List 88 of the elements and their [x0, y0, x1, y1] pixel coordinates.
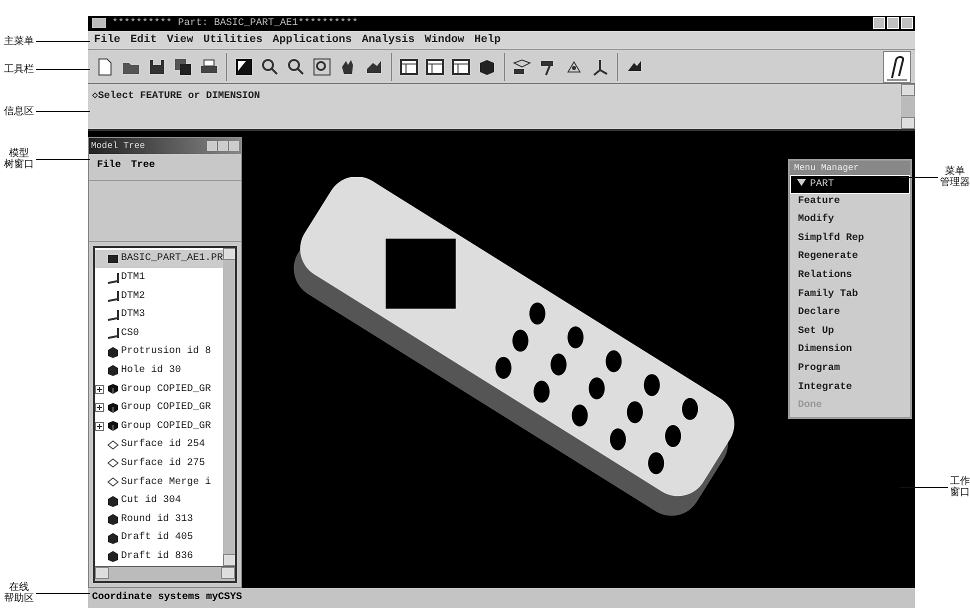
callout-label: 工具栏 [4, 64, 34, 75]
magnifier-icon[interactable] [260, 56, 280, 77]
plus-box-icon[interactable] [95, 403, 104, 412]
menu-item[interactable]: File [94, 34, 120, 46]
floppy-disks-icon[interactable] [173, 56, 193, 77]
surface-icon [107, 457, 119, 470]
model-node[interactable]: Hole id 30 [121, 364, 182, 376]
menu-item[interactable]: Family Tab [790, 286, 910, 306]
menu-item[interactable]: Declare [790, 305, 910, 324]
menu-item[interactable]: Dimension [790, 342, 910, 361]
triangle-down-icon[interactable] [797, 178, 806, 186]
menu-item[interactable]: File [97, 160, 122, 174]
model-node[interactable]: Surface Merge i [121, 476, 212, 488]
callout-label: 工作 窗口 [950, 476, 970, 498]
shaded-square-icon[interactable] [234, 56, 254, 77]
status-text: Coordinate systems myCSYS [88, 588, 915, 608]
scrollbar[interactable] [223, 248, 235, 566]
solid-feature-icon [107, 364, 119, 376]
datum-plane-icon [107, 327, 119, 340]
menu-item[interactable]: View [166, 34, 194, 46]
magnifier-icon[interactable] [286, 56, 306, 77]
datum-plane-icon [107, 272, 119, 284]
menu-item[interactable]: Utilities [203, 34, 263, 46]
callout-label: 主菜单 [4, 36, 34, 47]
group-icon [107, 420, 119, 432]
model-node[interactable]: CS0 [121, 328, 140, 339]
menu-manager-title: Menu Manager [790, 160, 910, 175]
scrollbar[interactable] [901, 84, 915, 129]
model-node[interactable]: Group COPIED_GR [121, 384, 212, 395]
model-tree-title: Model Tree [91, 140, 146, 151]
menu-item[interactable]: Feature [790, 194, 910, 212]
menu-item[interactable]: Modify [790, 212, 910, 231]
group-icon [107, 383, 119, 396]
model-node[interactable]: Surface id 275 [121, 458, 206, 469]
callout-label: 信息区 [4, 106, 34, 117]
menu-item[interactable]: Relations [790, 268, 910, 287]
datum-plane-icon[interactable] [512, 56, 532, 77]
menu-item[interactable]: Integrate [790, 380, 910, 398]
plus-box-icon[interactable] [95, 422, 104, 431]
solid-feature-icon [107, 346, 119, 358]
model-node[interactable]: DTM3 [121, 309, 146, 320]
menu-item[interactable]: Tree [131, 160, 156, 174]
callout-label: 菜单 管理器 [940, 166, 970, 188]
model-node[interactable]: DTM1 [121, 272, 146, 284]
window-icon[interactable] [425, 56, 445, 77]
datum-plane-icon [107, 290, 119, 302]
menu-item[interactable]: Edit [130, 34, 157, 46]
model-node[interactable]: Group COPIED_GR [121, 420, 212, 432]
surface-icon [107, 438, 119, 451]
menu-header[interactable]: PART [790, 174, 910, 194]
callout-label: 在线 帮助区 [4, 582, 34, 604]
model-node[interactable]: Cut id 304 [121, 495, 182, 506]
zoom-window-icon[interactable] [312, 56, 332, 77]
solid-feature-icon [107, 550, 119, 562]
close-button[interactable] [901, 17, 913, 30]
solid-feature-icon [107, 513, 119, 526]
part-icon [107, 252, 119, 265]
model-node[interactable]: DTM2 [121, 290, 146, 302]
message-text: ◇Select FEATURE or DIMENSION [91, 90, 262, 104]
model-node[interactable]: Group COPIED_GR [121, 402, 212, 414]
menu-item[interactable]: Help [474, 34, 501, 46]
window-icon[interactable] [399, 56, 419, 77]
model-node[interactable]: Surface id 254 [121, 439, 206, 450]
menu-item[interactable]: Window [424, 34, 464, 46]
model-node[interactable]: Draft id 405 [121, 532, 194, 544]
solid-feature-icon [107, 494, 119, 507]
horizontal-scrollbar[interactable] [95, 566, 235, 581]
solid-feature-icon [107, 532, 119, 544]
menu-item[interactable]: Set Up [790, 324, 910, 342]
window-title: ********** Part: BASIC_PART_AE1********** [112, 18, 360, 29]
menu-item[interactable]: Program [790, 360, 910, 380]
window-icon[interactable] [451, 56, 471, 77]
callout-label: 模型 树窗口 [4, 148, 34, 170]
minimize-button[interactable] [873, 17, 885, 30]
model-node[interactable]: Protrusion id 8 [121, 346, 212, 358]
datum-plane-icon [107, 308, 119, 321]
model-node[interactable]: Round id 313 [121, 514, 194, 525]
menu-item[interactable]: Regenerate [790, 249, 910, 268]
menu-item[interactable]: Simplfd Rep [790, 230, 910, 250]
surface-icon [107, 476, 119, 488]
pen-icon[interactable] [883, 50, 911, 83]
system-menu-icon[interactable] [92, 18, 106, 28]
group-icon [107, 402, 119, 414]
plus-box-icon[interactable] [95, 384, 104, 394]
model-node[interactable]: Draft id 836 [121, 550, 194, 562]
menu-item[interactable]: Applications [272, 34, 352, 46]
menu-item[interactable]: Analysis [362, 34, 415, 46]
maximize-button[interactable] [887, 17, 899, 30]
